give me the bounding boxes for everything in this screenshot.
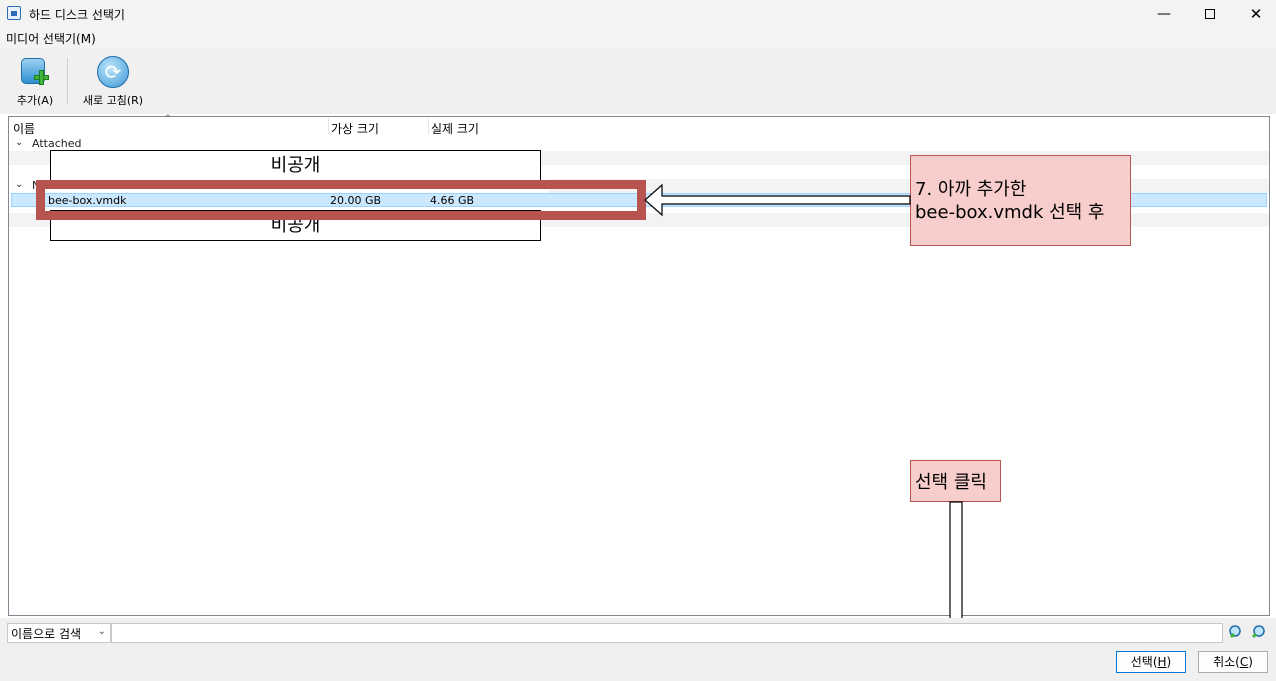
row-highlight-frame [36, 180, 646, 220]
close-button[interactable]: ✕ [1233, 0, 1276, 28]
add-button-label: 추가(A) [16, 94, 54, 107]
search-bar: 이름으로 검색 ⌄ [0, 618, 1276, 646]
callout-line: 7. 아까 추가한 [915, 179, 1027, 200]
title-bar: 하드 디스크 선택기 — ✕ [0, 0, 1276, 28]
toolbar-separator [67, 58, 68, 104]
callout-line: 선택 클릭 [915, 472, 987, 493]
group-attached[interactable]: ⌄ Attached [9, 137, 1269, 151]
column-header-name[interactable]: 이름 [13, 120, 35, 137]
chevron-down-icon: ⌄ [97, 626, 106, 637]
minimize-button[interactable]: — [1141, 0, 1187, 28]
add-button[interactable]: 추가(A) [12, 56, 58, 108]
sort-indicator-icon: ^ [164, 114, 172, 124]
select-button[interactable]: 선택(H) [1116, 651, 1186, 673]
chevron-down-icon[interactable]: ⌄ [15, 137, 23, 148]
refresh-icon [97, 56, 129, 88]
refresh-button-label: 새로 고침(R) [82, 94, 144, 107]
maximize-icon [1205, 9, 1215, 19]
maximize-button[interactable] [1187, 0, 1233, 28]
column-header-actual-size[interactable]: 실제 크기 [431, 120, 479, 137]
column-divider[interactable] [428, 118, 429, 134]
cancel-button[interactable]: 취소(C) [1198, 651, 1268, 673]
step7-callout: 7. 아까 추가한 bee-box.vmdk 선택 후 [910, 155, 1131, 246]
column-header-virtual-size[interactable]: 가상 크기 [331, 120, 379, 137]
refresh-button[interactable]: 새로 고침(R) [76, 56, 150, 108]
menu-media-selector[interactable]: 미디어 선택기(M) [6, 30, 96, 47]
menu-bar: 미디어 선택기(M) [0, 28, 1276, 48]
vbox-disk-icon [7, 6, 21, 20]
callout-line: bee-box.vmdk 선택 후 [915, 202, 1105, 223]
search-next-icon[interactable] [1250, 624, 1266, 640]
button-bar: 선택(H) 취소(C) [0, 646, 1276, 681]
column-divider[interactable] [328, 118, 329, 134]
search-input[interactable] [111, 623, 1223, 643]
search-mode-value: 이름으로 검색 [11, 627, 82, 641]
toolbar: 추가(A) 새로 고침(R) [0, 48, 1276, 114]
search-mode-select[interactable]: 이름으로 검색 ⌄ [7, 623, 111, 643]
group-label: Attached [32, 137, 82, 150]
add-disk-icon [19, 56, 51, 88]
search-icon[interactable] [1228, 624, 1244, 640]
chevron-down-icon[interactable]: ⌄ [15, 179, 23, 190]
window-title: 하드 디스크 선택기 [29, 8, 125, 22]
redaction-box: 비공개 [50, 150, 541, 181]
click-callout: 선택 클릭 [910, 460, 1001, 502]
list-band [549, 179, 1269, 193]
